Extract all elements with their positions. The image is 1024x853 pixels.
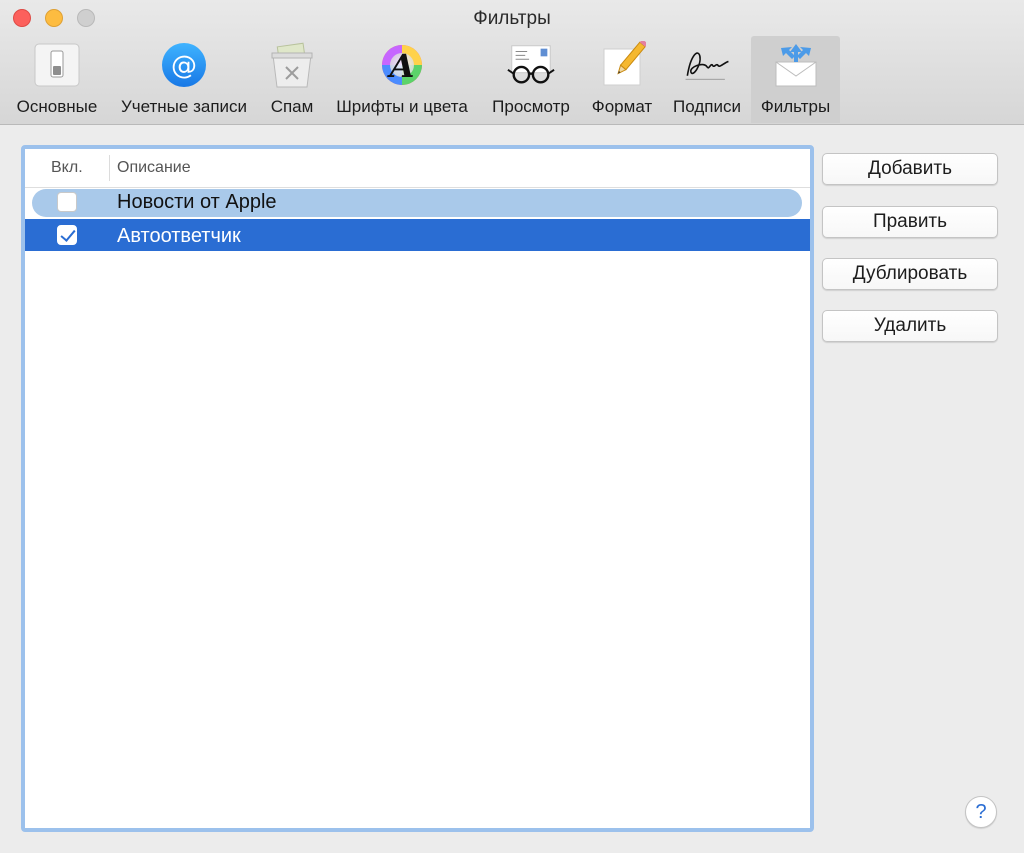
- help-button[interactable]: ?: [965, 796, 997, 828]
- svg-text:A: A: [387, 47, 415, 85]
- toolbar: Фильтры Основные @ Учетные записи Спам A…: [0, 0, 1024, 125]
- tab-composing[interactable]: Формат: [584, 36, 660, 123]
- rule-enabled-checkbox[interactable]: [57, 225, 77, 245]
- tab-label: Фильтры: [760, 97, 831, 116]
- switch-icon: [32, 40, 82, 90]
- filter-envelope-icon: [771, 40, 821, 90]
- tab-fonts-colors[interactable]: A Шрифты и цвета: [326, 36, 478, 123]
- tab-label: Учетные записи: [120, 97, 248, 116]
- tab-rules[interactable]: Фильтры: [751, 36, 840, 123]
- table-header: Вкл. Описание: [25, 149, 810, 188]
- tab-label: Формат: [591, 97, 653, 116]
- svg-text:@: @: [171, 51, 197, 81]
- font-color-icon: A: [377, 40, 427, 90]
- table-row[interactable]: Новости от Apple: [25, 187, 810, 217]
- column-header-description[interactable]: Описание: [117, 159, 191, 177]
- tab-accounts[interactable]: @ Учетные записи: [110, 36, 258, 123]
- tab-label: Основные: [16, 97, 98, 116]
- add-rule-button[interactable]: Добавить: [822, 153, 998, 185]
- rule-enabled-checkbox[interactable]: [57, 192, 77, 212]
- edit-rule-button[interactable]: Править: [822, 206, 998, 238]
- column-header-enabled[interactable]: Вкл.: [51, 159, 83, 177]
- tab-junk[interactable]: Спам: [262, 36, 322, 123]
- tab-viewing[interactable]: Просмотр: [482, 36, 580, 123]
- tab-general[interactable]: Основные: [8, 36, 106, 123]
- tab-label: Спам: [270, 97, 314, 116]
- window-title: Фильтры: [473, 8, 551, 29]
- rule-description: Новости от Apple: [117, 191, 277, 213]
- tab-label: Шрифты и цвета: [336, 97, 468, 116]
- table-row[interactable]: Автоответчик: [25, 219, 810, 251]
- at-sign-icon: @: [159, 40, 209, 90]
- preferences-window: Фильтры Основные @ Учетные записи Спам A…: [0, 0, 1024, 853]
- tab-label: Подписи: [673, 97, 741, 116]
- duplicate-rule-button[interactable]: Дублировать: [822, 258, 998, 290]
- column-divider: [109, 155, 110, 181]
- rule-description: Автоответчик: [117, 225, 241, 247]
- glasses-letter-icon: [506, 40, 556, 90]
- tab-label: Просмотр: [492, 97, 570, 116]
- remove-rule-button[interactable]: Удалить: [822, 310, 998, 342]
- signature-icon: [682, 40, 732, 90]
- pencil-paper-icon: [597, 40, 647, 90]
- junk-bin-icon: [267, 40, 317, 90]
- rules-table[interactable]: Вкл. Описание Новости от Apple Автоответ…: [21, 145, 814, 832]
- tab-signatures[interactable]: Подписи: [664, 36, 750, 123]
